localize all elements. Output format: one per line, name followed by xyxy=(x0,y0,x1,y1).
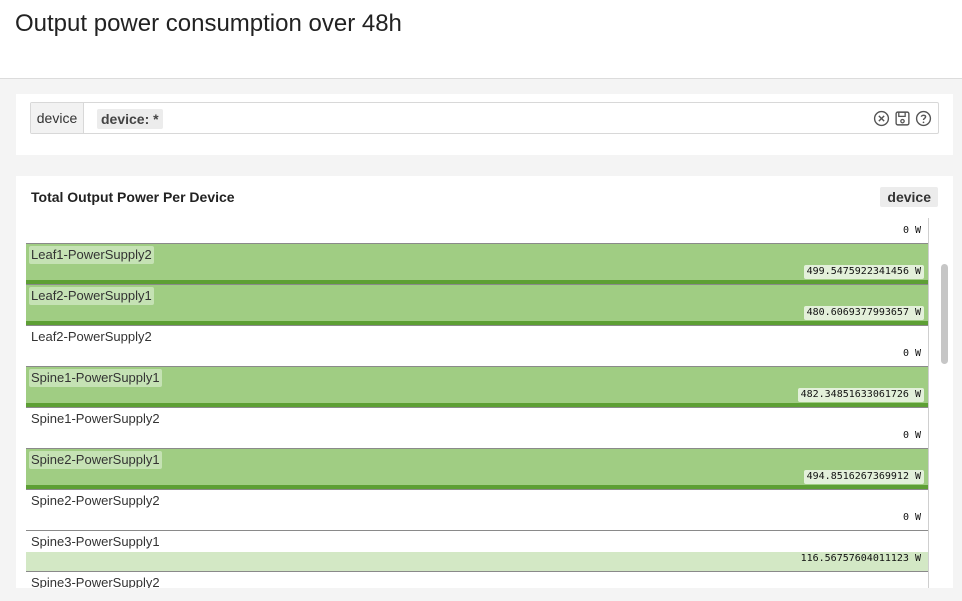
device-list[interactable]: 0 W Leaf1-PowerSupply2 499.5475922341456 W… xyxy=(26,218,929,588)
device-name: Spine1-PowerSupply1 xyxy=(29,369,162,387)
power-bar xyxy=(26,244,928,284)
device-row[interactable]: Leaf2-PowerSupply1 480.6069377993657 W xyxy=(26,285,928,326)
help-icon[interactable] xyxy=(915,110,932,127)
device-name: Spine3-PowerSupply1 xyxy=(31,534,160,549)
power-bar xyxy=(26,552,928,571)
device-row[interactable]: Spine3-PowerSupply20 W xyxy=(26,572,928,588)
device-name: Spine1-PowerSupply2 xyxy=(31,411,160,426)
device-name: Spine2-PowerSupply1 xyxy=(29,451,162,469)
device-name: Spine2-PowerSupply2 xyxy=(31,493,160,508)
filter-label: device xyxy=(31,103,84,133)
power-value: 494.8516267369912 W xyxy=(803,470,924,484)
device-row[interactable]: 0 W xyxy=(26,218,928,244)
device-row[interactable]: Spine1-PowerSupply1 482.34851633061726 W xyxy=(26,367,928,408)
filter-card: device device: * xyxy=(16,94,953,155)
device-name: Leaf2-PowerSupply1 xyxy=(29,287,154,305)
scrollbar[interactable] xyxy=(940,218,948,588)
power-panel: Total Output Power Per Device device 0 W… xyxy=(16,176,953,588)
device-row[interactable]: Leaf1-PowerSupply2 499.5475922341456 W xyxy=(26,244,928,285)
device-name: Leaf1-PowerSupply2 xyxy=(29,246,154,264)
device-row[interactable]: Spine2-PowerSupply2 0 W xyxy=(26,490,928,531)
power-value: 116.56757604011123 W xyxy=(800,553,921,564)
group-by-badge[interactable]: device xyxy=(880,187,938,207)
power-bar xyxy=(26,285,928,325)
power-value: 0 W xyxy=(902,225,921,236)
power-value: 482.34851633061726 W xyxy=(797,388,924,402)
power-value: 480.6069377993657 W xyxy=(803,306,924,320)
device-row[interactable]: Spine1-PowerSupply2 0 W xyxy=(26,408,928,449)
scrollbar-thumb[interactable] xyxy=(941,264,948,364)
filter-chip[interactable]: device: * xyxy=(97,109,163,129)
device-name: Leaf2-PowerSupply2 xyxy=(31,329,152,344)
filter-bar[interactable]: device device: * xyxy=(30,102,939,134)
clear-icon[interactable] xyxy=(873,110,890,127)
filter-icons xyxy=(873,110,932,127)
device-row[interactable]: Spine2-PowerSupply1 494.8516267369912 W xyxy=(26,449,928,490)
power-value: 0 W xyxy=(902,348,921,359)
device-row[interactable]: Leaf2-PowerSupply2 0 W xyxy=(26,326,928,367)
page-title: Output power consumption over 48h xyxy=(15,10,402,37)
device-row[interactable]: Spine3-PowerSupply1 116.56757604011123 W xyxy=(26,531,928,572)
panel-title: Total Output Power Per Device xyxy=(31,189,235,205)
device-name: Spine3-PowerSupply2 xyxy=(31,575,160,588)
page-header: Output power consumption over 48h xyxy=(0,0,962,79)
save-icon[interactable] xyxy=(894,110,911,127)
power-value: 0 W xyxy=(902,512,921,523)
power-value: 0 W xyxy=(902,430,921,441)
power-value: 499.5475922341456 W xyxy=(803,265,924,279)
device-list-content: 0 W Leaf1-PowerSupply2 499.5475922341456 W… xyxy=(26,218,928,588)
